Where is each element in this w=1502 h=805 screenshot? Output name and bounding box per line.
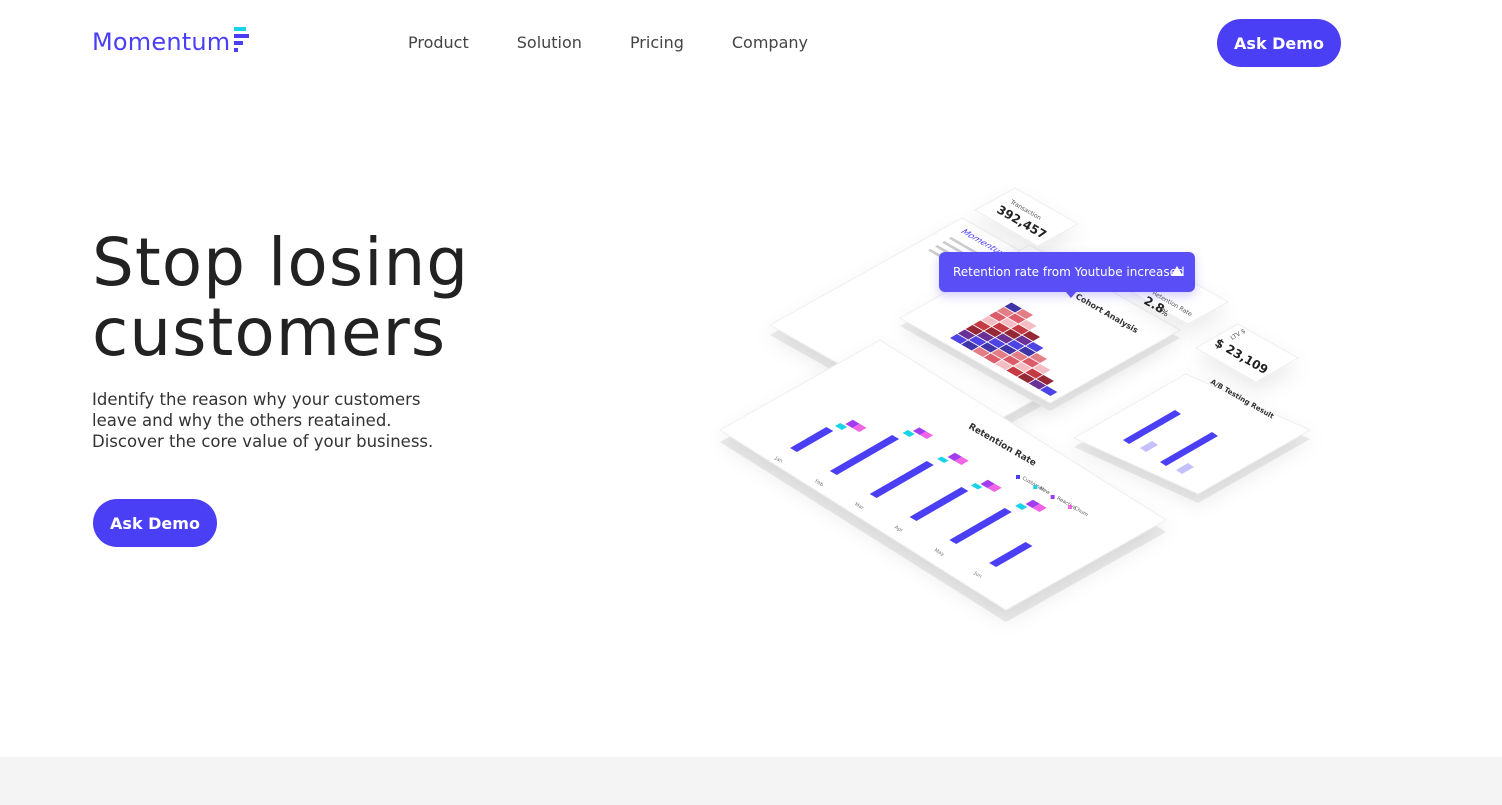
hero-ask-demo-button[interactable]: Ask Demo bbox=[93, 499, 217, 547]
tooltip-caret bbox=[1065, 291, 1077, 298]
hero-title-line-1: Stop losing bbox=[92, 224, 470, 301]
hero-subtitle-line-2: leave and why the others reatained. bbox=[92, 411, 392, 430]
hero-subtitle-line-3: Discover the core value of your business… bbox=[92, 432, 434, 451]
header-ask-demo-button[interactable]: Ask Demo bbox=[1217, 19, 1341, 67]
ab-panel bbox=[1072, 373, 1312, 495]
legend-swatch bbox=[1067, 505, 1072, 509]
hero-title-line-2: customers bbox=[92, 294, 447, 371]
site-header: Momentum Product Solution Pricing Compan… bbox=[0, 0, 1502, 90]
logo-mark-icon bbox=[234, 27, 250, 52]
hero-title: Stop losing customers bbox=[92, 228, 469, 368]
next-section-band bbox=[0, 757, 1502, 805]
tooltip-text: Retention rate from Youtube increased bbox=[953, 265, 1185, 279]
legend-swatch bbox=[1050, 495, 1055, 499]
logo-text: Momentum bbox=[92, 28, 231, 56]
legend-swatch bbox=[1016, 475, 1020, 479]
hero-subtitle: Identify the reason why your customers l… bbox=[92, 389, 452, 452]
logo[interactable]: Momentum bbox=[92, 27, 250, 56]
main-nav: Product Solution Pricing Company bbox=[408, 33, 808, 52]
hero-subtitle-line-1: Identify the reason why your customers bbox=[92, 390, 421, 409]
nav-pricing[interactable]: Pricing bbox=[630, 33, 684, 52]
nav-company[interactable]: Company bbox=[732, 33, 808, 52]
legend-swatch bbox=[1033, 485, 1038, 489]
up-arrow-icon bbox=[1171, 266, 1183, 276]
nav-solution[interactable]: Solution bbox=[517, 33, 582, 52]
nav-product[interactable]: Product bbox=[408, 33, 469, 52]
retention-tooltip: Retention rate from Youtube increased bbox=[939, 252, 1195, 292]
